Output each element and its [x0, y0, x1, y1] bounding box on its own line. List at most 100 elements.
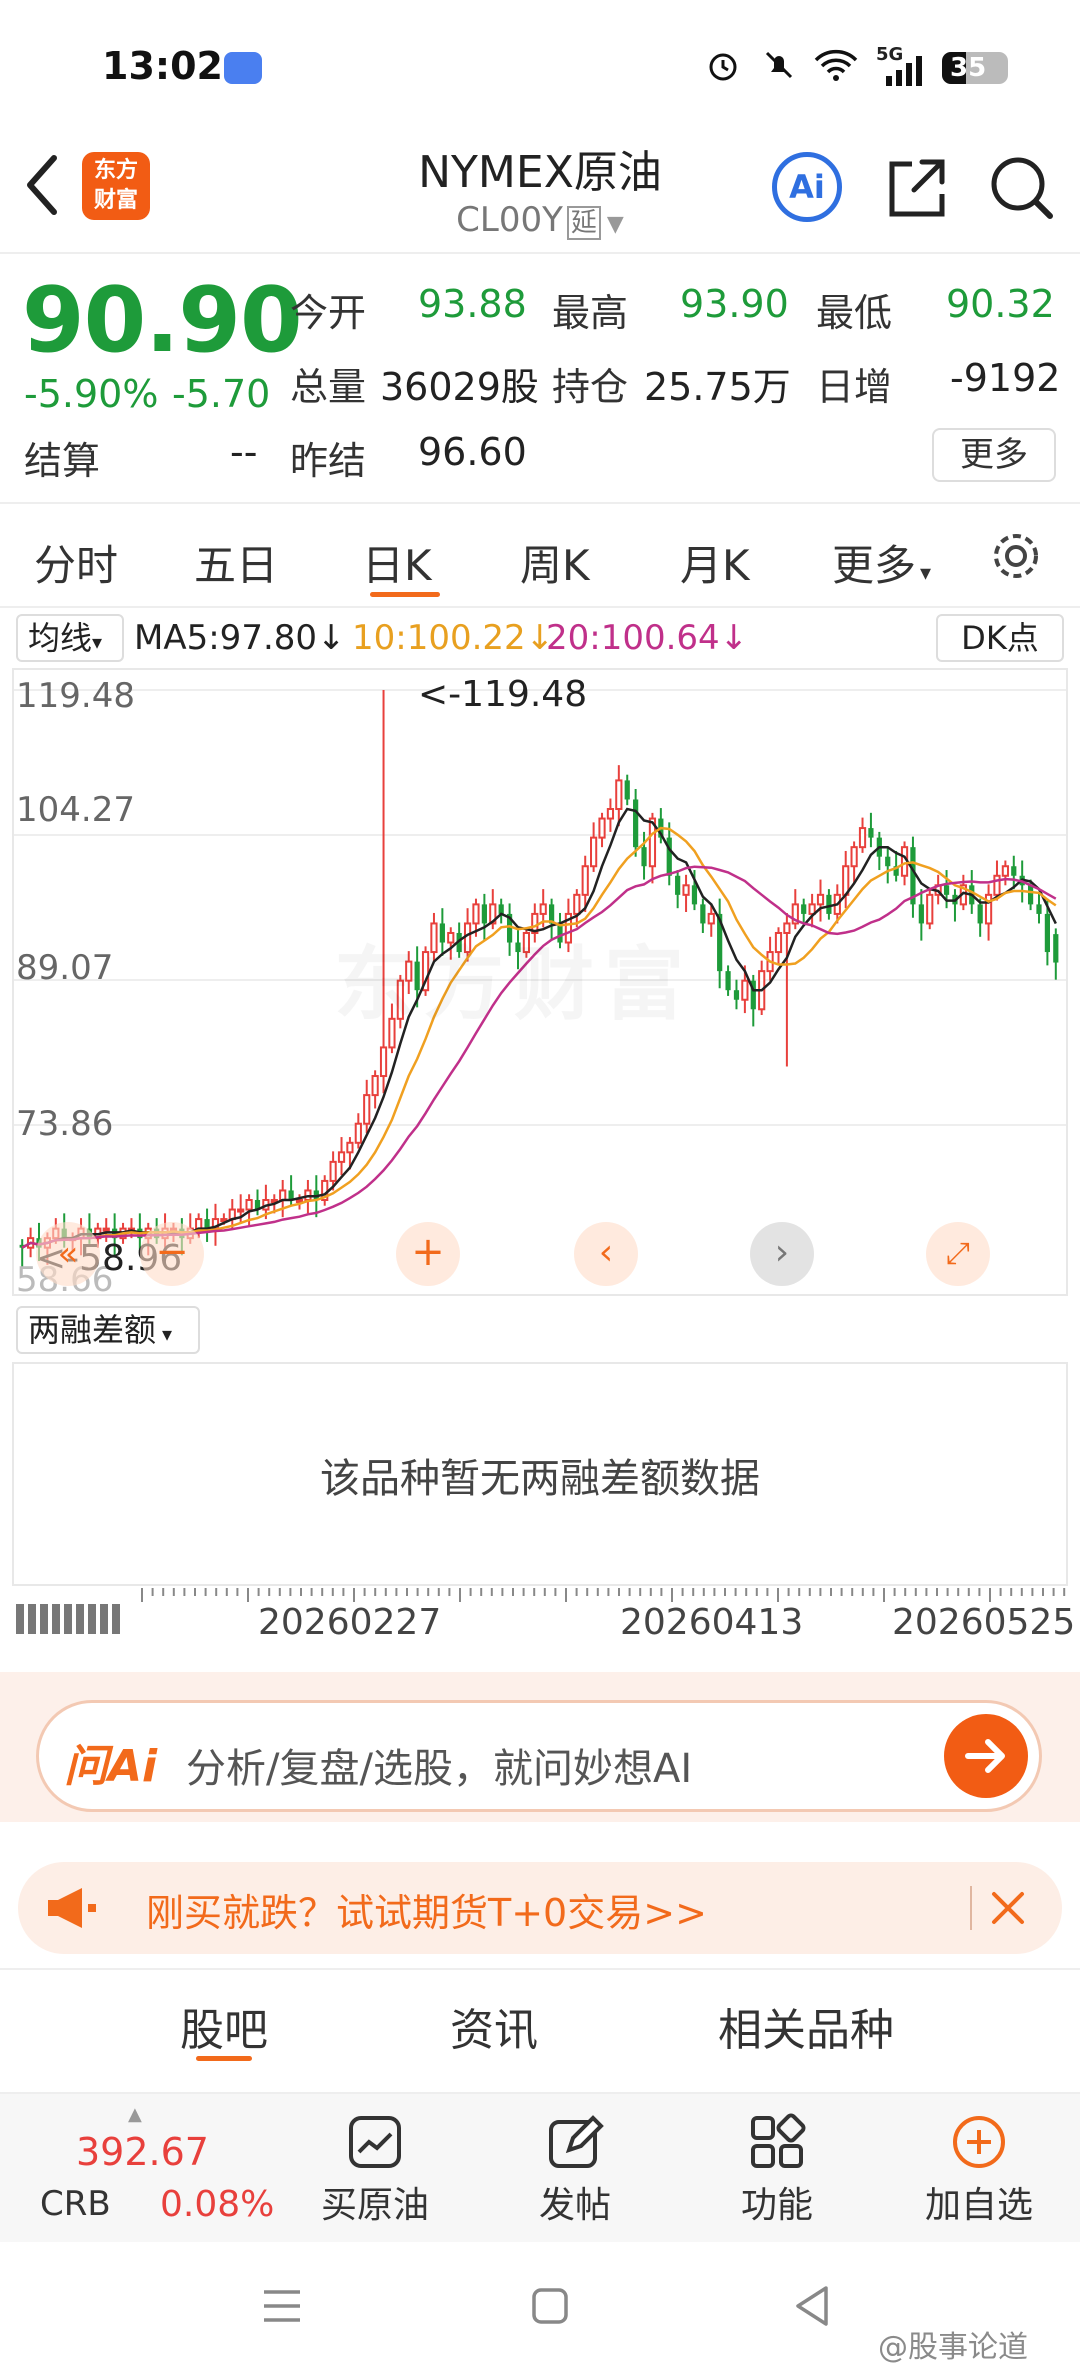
open-interest-label: 持仓	[552, 365, 629, 409]
candle-up	[329, 1160, 337, 1182]
ai-submit-button[interactable]	[944, 1714, 1028, 1798]
settle-value: --	[230, 430, 258, 474]
close-icon[interactable]	[986, 1886, 1030, 1930]
crb-index[interactable]: ▲ 392.67 CRB 0.08%	[0, 2104, 300, 2234]
post-label: 发帖	[538, 2185, 611, 2226]
tab-intraday[interactable]: 分时	[34, 532, 118, 593]
tab-monthly-k[interactable]: 月K	[680, 532, 750, 593]
tab-more-periods[interactable]: 更多 ▾	[832, 532, 931, 593]
candle-up	[590, 836, 598, 868]
app-notification-icon	[224, 52, 262, 84]
tab-divider	[0, 606, 1080, 608]
back-arrow-icon[interactable]	[22, 150, 62, 220]
candle-up	[363, 1094, 371, 1125]
function-label: 功能	[740, 2185, 813, 2226]
crb-label: CRB	[40, 2184, 111, 2224]
caret-down-icon: ▾	[92, 630, 103, 654]
tab-five-day[interactable]: 五日	[194, 532, 278, 593]
low-value: 90.32	[946, 282, 1055, 326]
home-icon[interactable]	[530, 2286, 570, 2326]
overview-bar	[52, 1604, 60, 1634]
ma20-label: 20:100.64↓	[546, 618, 749, 658]
function-button[interactable]: 功能	[712, 2112, 842, 2236]
indicator-selector[interactable]: 均线▾	[16, 614, 124, 662]
y-tick-1: 119.48	[16, 676, 135, 716]
candle-down	[943, 885, 950, 895]
prev-settle-value: 96.60	[418, 430, 527, 474]
tab-related[interactable]: 相关品种	[718, 1994, 894, 2058]
candle-down	[691, 885, 698, 905]
tab-daily-k[interactable]: 日K	[362, 532, 432, 593]
collapse-icon[interactable]: «	[36, 1222, 100, 1286]
ai-input-placeholder[interactable]: 分析/复盘/选股，就问妙想AI	[186, 1736, 692, 1794]
fullscreen-icon[interactable]: ⤢	[926, 1222, 990, 1286]
crb-percent: 0.08%	[160, 2184, 275, 2225]
next-icon[interactable]: ›	[750, 1222, 814, 1286]
x-label-2: 20260413	[620, 1602, 804, 1643]
candle-up	[615, 779, 623, 811]
ai-brand-label: 问Ai	[64, 1741, 158, 1792]
candle-up	[245, 1199, 253, 1211]
more-quote-button[interactable]: 更多	[932, 428, 1056, 482]
tab-more-label: 更多	[832, 541, 917, 590]
alarm-icon	[709, 53, 737, 81]
candle-down	[977, 904, 983, 924]
caret-down-icon: ▾	[920, 561, 932, 586]
tab-forum[interactable]: 股吧	[180, 1994, 268, 2058]
candle-down	[1027, 885, 1034, 905]
add-watchlist-button[interactable]: 加自选	[904, 2112, 1054, 2236]
open-value: 93.88	[418, 282, 527, 326]
candle-up	[371, 1075, 379, 1097]
share-icon[interactable]	[882, 152, 952, 222]
buy-crude-label: 买原油	[320, 2185, 429, 2226]
kline-chart[interactable]: 东方财富 119.48 104.27 89.07 73.86 58.66 <-1…	[12, 668, 1068, 1296]
overview-bar	[88, 1604, 96, 1634]
apps-grid-icon	[751, 2113, 806, 2168]
buy-crude-button[interactable]: 买原油	[310, 2112, 440, 2236]
prev-icon[interactable]: ‹	[574, 1222, 638, 1286]
add-circle-icon	[953, 2116, 1005, 2168]
ma5-label: MA5:97.80↓	[134, 618, 346, 658]
search-icon[interactable]	[986, 152, 1056, 222]
candle-down	[868, 828, 874, 838]
ma10-line	[21, 826, 1057, 1249]
candle-up	[774, 931, 783, 954]
instrument-code[interactable]: CL00Y 延 ▼	[340, 200, 740, 240]
prev-settle-label: 昨结	[290, 439, 367, 483]
candle-up	[682, 884, 690, 896]
tab-news[interactable]: 资讯	[450, 1994, 538, 2058]
candle-down	[1053, 934, 1059, 963]
volume-value: 36029股	[380, 365, 539, 409]
candle-down	[498, 904, 504, 914]
instrument-title: NYMEX原油	[418, 147, 662, 198]
menu-icon[interactable]	[260, 2286, 304, 2326]
candle-down	[624, 780, 630, 800]
candle-down	[918, 904, 924, 924]
candle-down	[801, 904, 807, 914]
candle-down	[725, 971, 731, 991]
logo-line-1: 东方	[93, 158, 138, 183]
delay-tag: 延	[566, 206, 601, 240]
promo-text[interactable]: 刚买就跌？试试期货T+0交易>>	[146, 1882, 707, 1937]
ai-assistant-button[interactable]: Ai	[772, 152, 842, 222]
zoom-out-icon[interactable]: −	[140, 1222, 204, 1286]
mute-icon	[765, 51, 793, 79]
overview-bar	[16, 1604, 24, 1634]
y-tick-4: 73.86	[16, 1104, 114, 1144]
dk-point-button[interactable]: DK点	[936, 614, 1064, 662]
candle-up	[346, 1141, 354, 1154]
active-bottom-tab-indicator	[196, 2056, 252, 2061]
change-amount: -5.70	[172, 372, 271, 416]
candle-up	[926, 893, 934, 925]
candle-up	[195, 1218, 203, 1230]
zoom-in-icon[interactable]: +	[396, 1222, 460, 1286]
margin-selector[interactable]: 两融差额 ▾	[16, 1306, 200, 1354]
chevron-down-icon: ▼	[606, 212, 624, 237]
back-triangle-icon[interactable]	[792, 2284, 832, 2328]
candle-down	[633, 799, 639, 848]
post-button[interactable]: 发帖	[510, 2112, 640, 2236]
settings-gear-icon[interactable]	[990, 530, 1042, 582]
high-value: 93.90	[680, 282, 789, 326]
caret-up-icon: ▲	[128, 2104, 142, 2125]
tab-weekly-k[interactable]: 周K	[520, 532, 590, 593]
